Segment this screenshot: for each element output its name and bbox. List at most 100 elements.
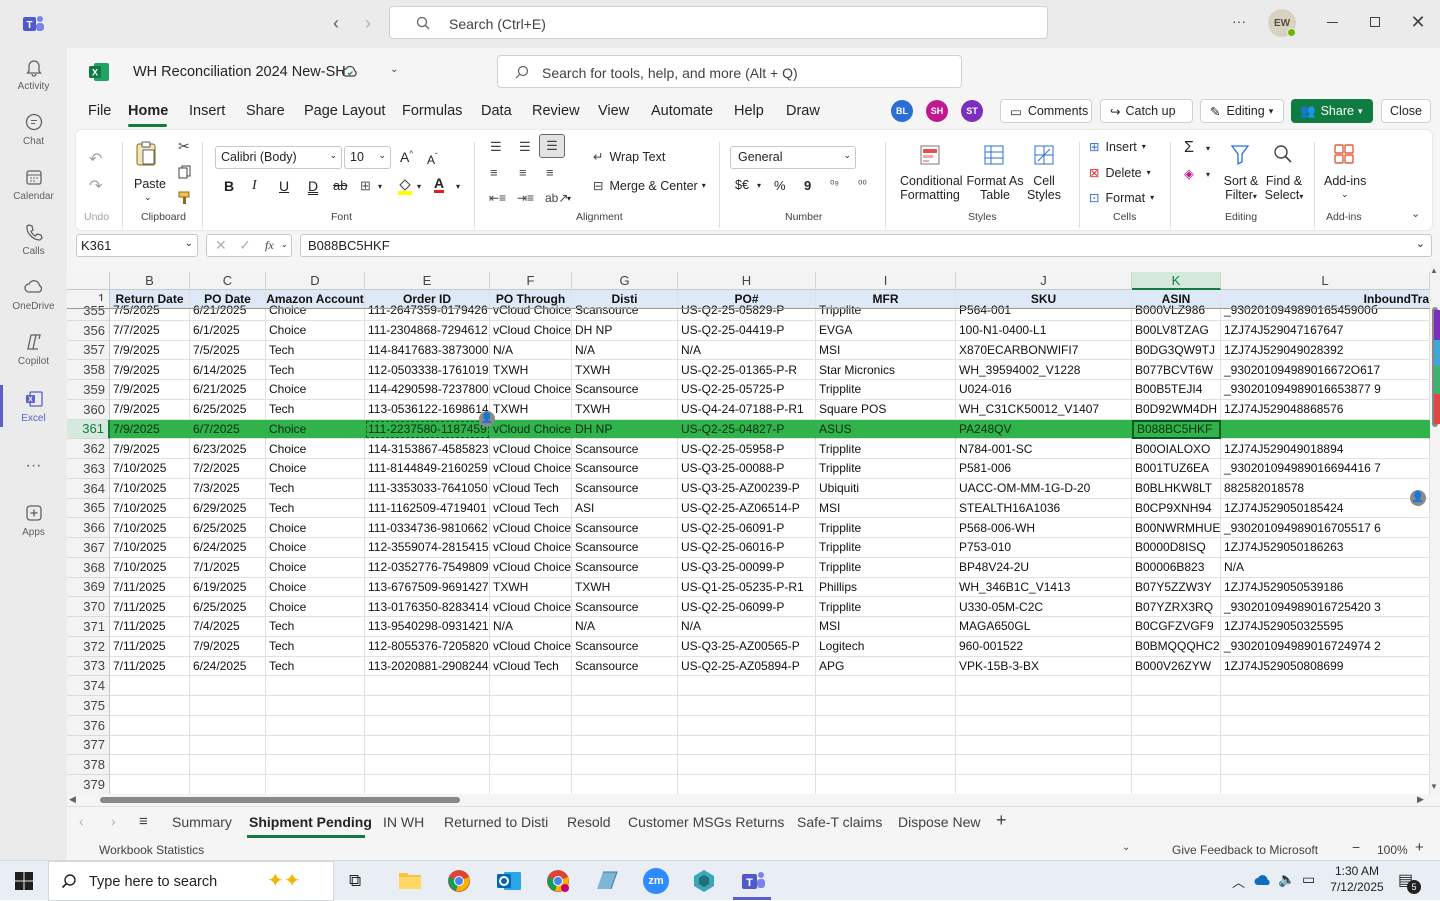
align-center-icon[interactable]: ≡ xyxy=(519,165,527,180)
sheet-tab[interactable]: Dispose New xyxy=(898,814,980,830)
row-header[interactable]: 361 xyxy=(67,419,110,440)
cell[interactable] xyxy=(572,676,678,696)
cell[interactable]: 7/11/2025 xyxy=(110,636,190,657)
cell[interactable]: N/A xyxy=(490,617,572,637)
forward-arrow-icon[interactable]: › xyxy=(358,12,378,34)
cell[interactable]: Square POS xyxy=(816,399,956,420)
cell[interactable]: 7/11/2025 xyxy=(110,656,190,677)
cell[interactable]: Tech xyxy=(266,636,365,657)
cell[interactable]: US-Q4-24-07188-P-R1 xyxy=(678,399,816,420)
chevron-down-icon[interactable]: ▾ xyxy=(757,181,761,190)
cell[interactable]: Scansource xyxy=(572,538,678,558)
row-header[interactable]: 374 xyxy=(67,676,110,696)
cell[interactable]: 112-0352776-7549809 xyxy=(365,557,490,578)
cell[interactable]: 1ZJ74J529050186263 xyxy=(1221,538,1430,558)
column-header[interactable]: D xyxy=(266,272,365,290)
cell[interactable]: Tech xyxy=(266,360,365,380)
cell[interactable]: Choice xyxy=(266,557,365,578)
outlook-icon[interactable] xyxy=(496,869,522,893)
cell[interactable] xyxy=(816,735,956,756)
cell[interactable]: Tripplite xyxy=(816,459,956,479)
cell[interactable]: 112-0503338-1761019 xyxy=(365,360,490,380)
row-header[interactable]: 369 xyxy=(67,577,110,598)
comments-button[interactable]: ▭ Comments xyxy=(1000,99,1092,123)
column-header[interactable]: E xyxy=(365,272,490,290)
cell[interactable] xyxy=(816,775,956,794)
cell[interactable]: B0DG3QW9TJ xyxy=(1132,340,1221,361)
cell[interactable]: Choice xyxy=(266,538,365,558)
onedrive-tray-icon[interactable] xyxy=(1254,873,1272,886)
cell[interactable] xyxy=(1221,775,1430,794)
cell[interactable]: 7/5/2025 xyxy=(110,301,190,321)
row-header[interactable]: 371 xyxy=(67,617,110,637)
cell[interactable]: Scansource xyxy=(572,380,678,400)
cell[interactable]: 960-001522 xyxy=(956,636,1132,657)
cell[interactable]: 7/11/2025 xyxy=(110,617,190,637)
cell[interactable]: 113-2020881-2908244 xyxy=(365,656,490,677)
autosum-icon[interactable]: Σ xyxy=(1184,139,1194,157)
cell[interactable]: Scansource xyxy=(572,656,678,677)
collaborator-avatar[interactable]: SH xyxy=(926,100,948,122)
more-options-icon[interactable]: ··· xyxy=(1232,13,1246,29)
cell[interactable] xyxy=(266,755,365,775)
chevron-down-icon[interactable]: ▾ xyxy=(567,194,571,203)
cell[interactable]: B00OIALOXO xyxy=(1132,439,1221,459)
cell[interactable]: US-Q2-25-AZ05894-P xyxy=(678,656,816,677)
workbook-title[interactable]: WH Reconciliation 2024 New-SH xyxy=(133,64,346,80)
volume-icon[interactable]: 🔈 xyxy=(1278,871,1295,888)
cell[interactable]: 6/24/2025 xyxy=(190,656,266,677)
rail-activity[interactable]: Activity xyxy=(0,48,67,100)
cell[interactable]: 1ZJ74J529048868576 xyxy=(1221,399,1430,420)
cut-icon[interactable]: ✂ xyxy=(178,138,190,155)
cell[interactable]: N/A xyxy=(678,617,816,637)
row-header[interactable]: 359 xyxy=(67,380,110,400)
cell[interactable]: 7/9/2025 xyxy=(110,340,190,361)
cell[interactable]: 7/9/2025 xyxy=(110,360,190,380)
row-header[interactable]: 366 xyxy=(67,518,110,538)
row-header[interactable]: 357 xyxy=(67,340,110,361)
cell[interactable]: _930201094989016725420 3 xyxy=(1221,597,1430,617)
cell[interactable]: B07YZRX3RQ xyxy=(1132,597,1221,617)
rail-copilot[interactable]: Copilot xyxy=(0,323,67,375)
cell[interactable]: B0CGFZVGF9 xyxy=(1132,617,1221,637)
cell[interactable]: U330-05M-C2C xyxy=(956,597,1132,617)
cell[interactable]: US-Q2-25-06016-P xyxy=(678,538,816,558)
cell[interactable]: Tech xyxy=(266,498,365,519)
expand-ribbon-icon[interactable]: ⌄ xyxy=(1411,207,1420,220)
cell[interactable]: 7/9/2025 xyxy=(190,636,266,657)
cell[interactable]: US-Q3-25-AZ00239-P xyxy=(678,478,816,499)
cell[interactable]: 6/24/2025 xyxy=(190,538,266,558)
increase-indent-icon[interactable]: ⇥≡ xyxy=(517,191,534,205)
paste-icon[interactable] xyxy=(135,141,157,167)
undo-icon[interactable]: ↶ xyxy=(89,149,102,169)
number-format-select[interactable]: General ⌄ xyxy=(730,146,856,169)
cell[interactable]: 1ZJ74J529050325595 xyxy=(1221,617,1430,637)
cell[interactable]: Scansource xyxy=(572,439,678,459)
cell[interactable] xyxy=(956,775,1132,794)
cell[interactable] xyxy=(572,755,678,775)
all-sheets-icon[interactable]: ≡ xyxy=(139,813,148,830)
chevron-down-icon[interactable]: ▾ xyxy=(378,182,382,191)
cell[interactable]: ASI xyxy=(572,498,678,519)
column-header[interactable]: I xyxy=(816,272,956,290)
row-header[interactable]: 370 xyxy=(67,597,110,617)
cell[interactable] xyxy=(956,715,1132,736)
format-as-table-icon[interactable] xyxy=(984,145,1004,165)
cell[interactable]: APG xyxy=(816,656,956,677)
cell[interactable]: 7/10/2025 xyxy=(110,518,190,538)
cell[interactable] xyxy=(266,696,365,716)
cell[interactable]: vCloud Choice xyxy=(490,439,572,459)
cell[interactable]: 7/9/2025 xyxy=(110,380,190,400)
cell[interactable]: 7/10/2025 xyxy=(110,459,190,479)
cell[interactable]: 111-2647359-0179426 xyxy=(365,301,490,321)
rail-calls[interactable]: Calls xyxy=(0,213,67,265)
cell[interactable]: MAGA650GL xyxy=(956,617,1132,637)
tab-draw[interactable]: Draw xyxy=(786,103,820,119)
cell[interactable]: Tripplite xyxy=(816,380,956,400)
cell[interactable]: Ubiquiti xyxy=(816,478,956,499)
cell[interactable]: 7/11/2025 xyxy=(110,597,190,617)
cell[interactable]: 7/10/2025 xyxy=(110,498,190,519)
cell[interactable]: 7/7/2025 xyxy=(110,320,190,341)
cell[interactable] xyxy=(956,755,1132,775)
sheet-tab[interactable]: Safe-T claims xyxy=(797,814,882,830)
